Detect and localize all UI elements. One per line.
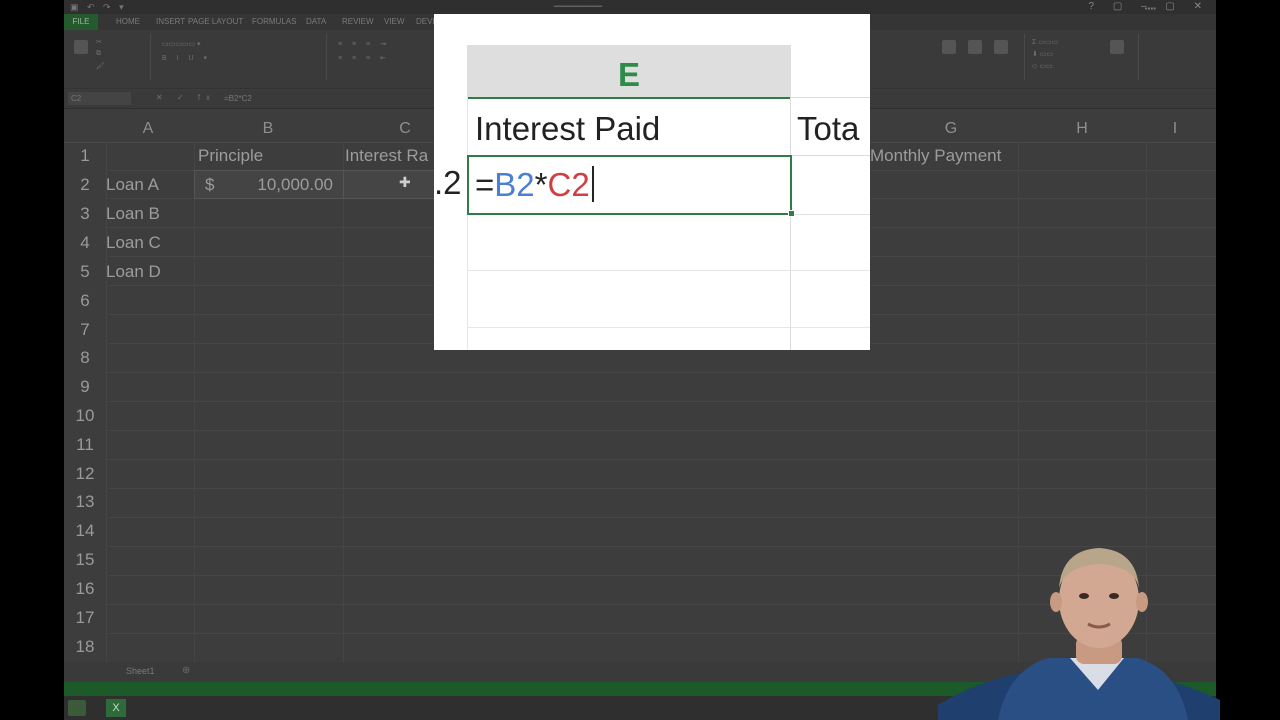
formula-equals: = <box>475 166 495 203</box>
cell-c2-interest-rate[interactable] <box>343 170 437 199</box>
cut-icon[interactable]: ✂ <box>96 38 102 46</box>
tab-view[interactable]: VIEW <box>384 17 404 26</box>
tab-file[interactable]: FILE <box>64 14 98 30</box>
row-header[interactable]: 12 <box>64 464 106 484</box>
add-sheet-icon[interactable]: ⊕ <box>182 665 190 676</box>
row-header[interactable]: 8 <box>64 348 106 368</box>
find-select-icon[interactable] <box>1110 40 1124 54</box>
cell-a5-loan[interactable]: Loan D <box>106 262 161 282</box>
row-header[interactable]: 18 <box>64 637 106 657</box>
tab-page-layout[interactable]: PAGE LAYOUT <box>188 17 243 26</box>
row-header[interactable]: 6 <box>64 291 106 311</box>
zoom-interest-paid-header: Interest Paid <box>475 110 661 147</box>
formula-ref-b2: B2 <box>494 166 535 203</box>
zoom-callout: E Interest Paid Tota .2 =B2*C2 <box>434 14 870 350</box>
alignment-buttons[interactable]: ≡ ≡ ≡ ⇥ <box>338 40 390 48</box>
row-header[interactable]: 5 <box>64 262 106 282</box>
column-header-h[interactable]: H <box>1018 120 1146 138</box>
font-name-box[interactable]: ▭▭▭▭▭ ▾ <box>162 40 201 48</box>
zoom-column-header: E <box>467 45 791 99</box>
quick-access-toolbar[interactable]: ▣ ↶ ↷ ▾ <box>70 2 127 13</box>
wrap-merge-buttons[interactable]: ≡ ≡ ≡ ⇤ <box>338 54 390 62</box>
zoom-gridline <box>467 97 468 350</box>
row-header[interactable]: 7 <box>64 320 106 340</box>
zoom-column-letter: E <box>617 56 640 93</box>
tab-data[interactable]: DATA <box>306 17 326 26</box>
column-header-b[interactable]: B <box>194 120 342 138</box>
title-bar: ▣ ↶ ↷ ▾ ━━━━━━━━━━ ▪▪▪▪ ? ▢ – ▢ ✕ <box>64 0 1216 14</box>
column-header-i[interactable]: I <box>1146 120 1204 138</box>
font-group: ▭▭▭▭▭ ▾ B I U ▾ <box>154 34 327 80</box>
cell-cursor-icon: ✚ <box>399 174 411 190</box>
row-header[interactable]: 4 <box>64 233 106 253</box>
format-painter-icon[interactable]: 🖌 <box>96 62 105 70</box>
formula-ref-c2: C2 <box>547 166 590 203</box>
row-header[interactable]: 11 <box>64 435 106 455</box>
tab-insert[interactable]: INSERT <box>156 17 185 26</box>
row-header[interactable]: 14 <box>64 521 106 541</box>
window-title: ━━━━━━━━━━ <box>554 2 603 11</box>
cell-a2-loan[interactable]: Loan A <box>106 175 159 195</box>
cell-c1-interest-rate[interactable]: Interest Ra <box>345 146 428 166</box>
row-header[interactable]: 3 <box>64 204 106 224</box>
sheet-tab[interactable]: Sheet1 <box>126 666 155 676</box>
zoom-total-header-partial: Tota <box>797 110 860 147</box>
zoom-formula-entry[interactable]: =B2*C2 <box>475 166 594 204</box>
zoom-previous-cell-partial: .2 <box>434 164 462 201</box>
editing-group: Σ ▭▭▭ ⬇ ▭▭ ◇ ▭▭ <box>1028 34 1139 80</box>
name-box[interactable]: C2 <box>68 92 131 105</box>
formula-input[interactable]: =B2*C2 <box>224 94 252 103</box>
row-header[interactable]: 1 <box>64 146 106 166</box>
excel-taskbar-icon[interactable]: X <box>106 699 126 717</box>
row-header[interactable]: 13 <box>64 492 106 512</box>
currency-symbol: $ <box>205 175 215 194</box>
clipboard-group: ✂ ⧉ 🖌 <box>68 34 151 80</box>
fill-icon[interactable]: ⬇ ▭▭ <box>1032 50 1053 58</box>
presenter-silhouette <box>938 548 1220 720</box>
font-format-buttons[interactable]: B I U ▾ <box>162 54 211 62</box>
tab-home[interactable]: HOME <box>116 17 140 26</box>
row-header[interactable]: 15 <box>64 550 106 570</box>
cell-b1-principle[interactable]: Principle <box>198 146 263 166</box>
clear-icon[interactable]: ◇ ▭▭ <box>1032 62 1053 70</box>
formula-buttons[interactable]: ✕ ✓ fx <box>156 93 216 102</box>
delete-cells-icon[interactable] <box>968 40 982 54</box>
paste-icon[interactable] <box>74 40 88 54</box>
zoom-gridline <box>790 97 791 350</box>
tab-review[interactable]: REVIEW <box>342 17 374 26</box>
tab-formulas[interactable]: FORMULAS <box>252 17 296 26</box>
cell-b2-principle-value[interactable]: $ 10,000.00 <box>194 170 344 199</box>
row-header[interactable]: 9 <box>64 377 106 397</box>
zoom-gridline <box>791 97 870 98</box>
fill-handle[interactable] <box>788 210 795 217</box>
row-header[interactable]: 10 <box>64 406 106 426</box>
zoom-gridline <box>467 327 870 328</box>
principle-amount: 10,000.00 <box>257 175 333 194</box>
cell-a4-loan[interactable]: Loan C <box>106 233 161 253</box>
cells-group <box>924 34 1025 80</box>
copy-icon[interactable]: ⧉ <box>96 50 101 58</box>
presenter-video <box>938 540 1220 720</box>
autosum-icon[interactable]: Σ ▭▭▭ <box>1032 38 1058 46</box>
row-header[interactable]: 17 <box>64 608 106 628</box>
cell-a3-loan[interactable]: Loan B <box>106 204 160 224</box>
text-caret <box>591 166 594 202</box>
start-icon[interactable] <box>68 700 86 716</box>
row-header[interactable]: 16 <box>64 579 106 599</box>
zoom-gridline <box>467 270 870 271</box>
cell-f1-monthly-payment[interactable]: Monthly Payment <box>870 146 1001 166</box>
formula-operator: * <box>534 166 548 203</box>
row-header[interactable]: 2 <box>64 175 106 195</box>
insert-cells-icon[interactable] <box>942 40 956 54</box>
column-header-g[interactable]: G <box>884 120 1018 138</box>
format-cells-icon[interactable] <box>994 40 1008 54</box>
window-controls[interactable]: ? ▢ – ▢ ✕ <box>1088 1 1210 12</box>
column-header-a[interactable]: A <box>106 120 190 138</box>
